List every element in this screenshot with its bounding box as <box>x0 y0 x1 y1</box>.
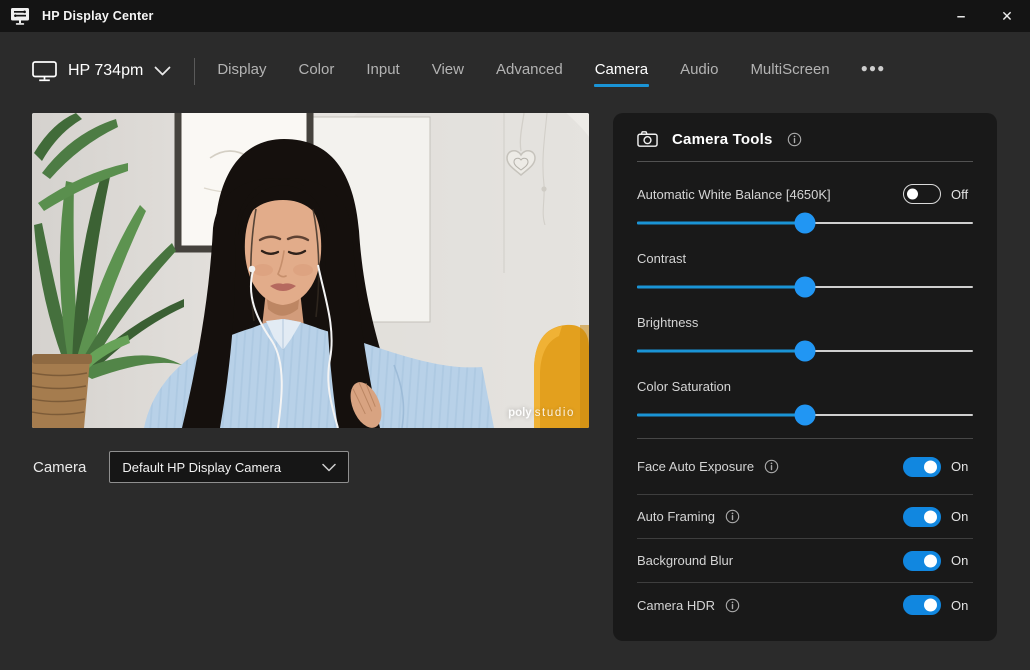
poly-studio-watermark: polystudio <box>508 407 575 419</box>
camera-preview-image <box>32 113 589 428</box>
panel-header: Camera Tools <box>637 123 973 155</box>
panel-title: Camera Tools <box>672 131 773 148</box>
app-logo-icon <box>10 7 30 26</box>
info-icon[interactable] <box>725 509 740 524</box>
camera-hdr-label: Camera HDR <box>637 598 740 613</box>
slider-thumb[interactable] <box>795 213 816 234</box>
background-blur-label: Background Blur <box>637 553 733 568</box>
camera-tools-panel: Camera Tools Automatic White Balance [46… <box>613 113 997 641</box>
auto-framing-row: Auto Framing On <box>637 495 973 539</box>
brightness-slider-row: Brightness <box>637 312 973 362</box>
slider-fill <box>637 350 805 353</box>
face-auto-exposure-row: Face Auto Exposure On <box>637 439 973 495</box>
awb-slider-row: Automatic White Balance [4650K] Off <box>637 184 973 234</box>
header: HP 734pm Display Color Input View Advanc… <box>32 52 1010 90</box>
slider-thumb[interactable] <box>795 405 816 426</box>
slider-fill <box>637 414 805 417</box>
tab-overflow-button[interactable]: ●●● <box>861 54 886 86</box>
header-divider <box>194 58 195 85</box>
camera-preview: polystudio <box>32 113 589 428</box>
brightness-slider[interactable] <box>637 340 973 362</box>
auto-framing-toggle[interactable] <box>903 507 941 527</box>
info-icon[interactable] <box>764 459 779 474</box>
window-title: HP Display Center <box>42 9 154 23</box>
background-blur-row: Background Blur On <box>637 539 973 583</box>
toggle-knob <box>907 189 918 200</box>
tab-bar: Display Color Input View Advanced Camera… <box>216 54 885 89</box>
close-button[interactable]: ✕ <box>984 0 1030 32</box>
tab-input[interactable]: Input <box>365 54 400 89</box>
hp-display-center-window: HP Display Center – ✕ HP 734pm Displa <box>0 0 1030 670</box>
tab-view[interactable]: View <box>431 54 465 89</box>
info-icon[interactable] <box>787 132 802 147</box>
toggle-knob <box>924 599 937 612</box>
auto-framing-state: On <box>951 509 973 524</box>
tab-display[interactable]: Display <box>216 54 267 89</box>
toggle-knob <box>924 554 937 567</box>
background-blur-toggle[interactable] <box>903 551 941 571</box>
auto-framing-label: Auto Framing <box>637 509 740 524</box>
face-auto-exposure-toggle[interactable] <box>903 457 941 477</box>
panel-header-divider <box>637 161 973 162</box>
minimize-button[interactable]: – <box>938 0 984 32</box>
tab-multiscreen[interactable]: MultiScreen <box>749 54 830 89</box>
contrast-slider[interactable] <box>637 276 973 298</box>
slider-thumb[interactable] <box>795 277 816 298</box>
contrast-slider-row: Contrast <box>637 248 973 298</box>
color-saturation-label: Color Saturation <box>637 379 731 394</box>
slider-fill <box>637 222 805 225</box>
tab-color[interactable]: Color <box>298 54 336 89</box>
titlebar: HP Display Center – ✕ <box>0 0 1030 32</box>
face-auto-exposure-label: Face Auto Exposure <box>637 459 779 474</box>
awb-toggle[interactable] <box>903 184 941 204</box>
face-auto-exposure-state: On <box>951 459 973 474</box>
chevron-down-icon <box>322 463 336 472</box>
monitor-icon <box>32 61 57 82</box>
awb-label: Automatic White Balance [4650K] <box>637 187 831 202</box>
awb-slider[interactable] <box>637 212 973 234</box>
slider-fill <box>637 286 805 289</box>
slider-thumb[interactable] <box>795 341 816 362</box>
watermark-poly: poly <box>508 407 532 419</box>
info-icon[interactable] <box>725 598 740 613</box>
brightness-label: Brightness <box>637 315 698 330</box>
camera-hdr-row: Camera HDR On <box>637 583 973 627</box>
tab-camera[interactable]: Camera <box>594 54 649 89</box>
camera-select-label: Camera <box>33 459 86 476</box>
watermark-studio: studio <box>535 407 575 419</box>
camera-hdr-state: On <box>951 598 973 613</box>
camera-select-row: Camera Default HP Display Camera <box>33 451 349 483</box>
camera-hdr-toggle[interactable] <box>903 595 941 615</box>
color-saturation-slider-row: Color Saturation <box>637 376 973 426</box>
chevron-down-icon <box>154 66 171 77</box>
toggle-list: Face Auto Exposure On Auto Framing <box>637 439 973 627</box>
tab-advanced[interactable]: Advanced <box>495 54 564 89</box>
device-name: HP 734pm <box>68 62 143 80</box>
camera-select-value: Default HP Display Camera <box>122 460 281 475</box>
tab-audio[interactable]: Audio <box>679 54 719 89</box>
background-blur-state: On <box>951 553 973 568</box>
color-saturation-slider[interactable] <box>637 404 973 426</box>
device-selector[interactable]: HP 734pm <box>32 61 171 82</box>
camera-icon <box>637 130 658 148</box>
camera-select-dropdown[interactable]: Default HP Display Camera <box>109 451 349 483</box>
toggle-knob <box>924 510 937 523</box>
awb-toggle-state: Off <box>951 187 973 202</box>
contrast-label: Contrast <box>637 251 686 266</box>
toggle-knob <box>924 460 937 473</box>
